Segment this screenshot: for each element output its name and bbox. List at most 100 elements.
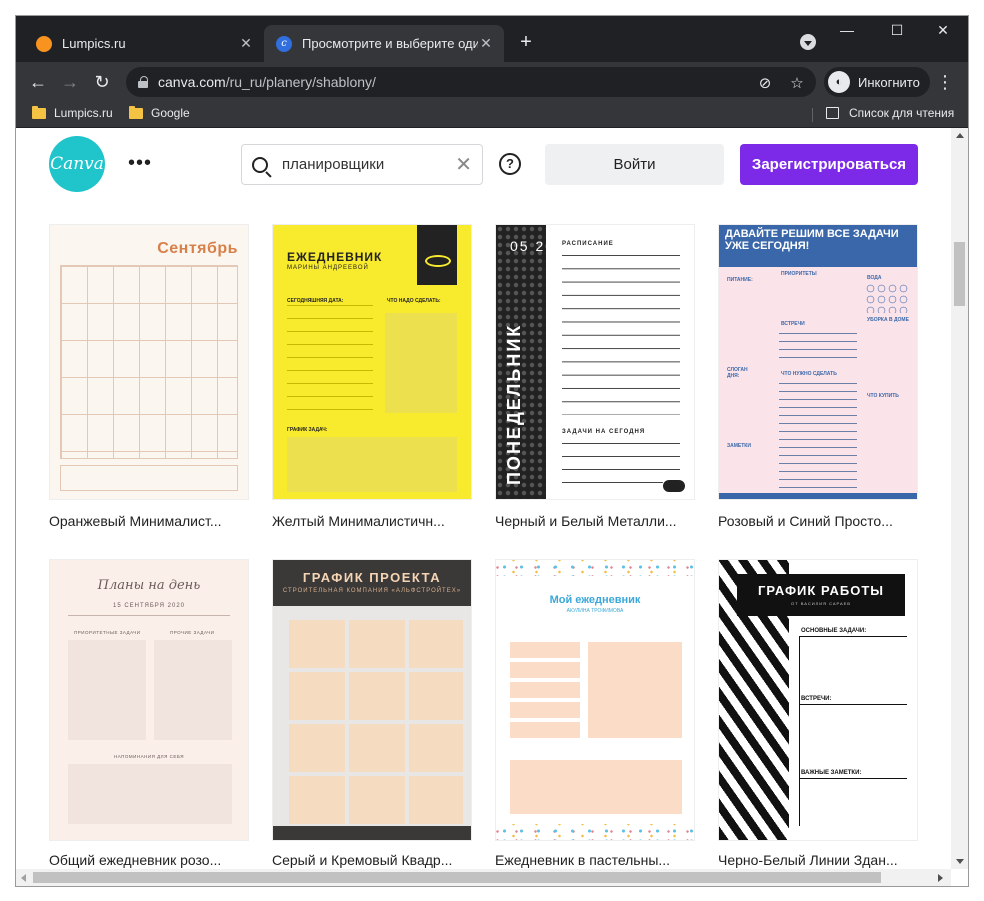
thumbnail-footer — [719, 493, 917, 499]
thumbnail-label: ЧТО КУПИТЬ — [867, 393, 899, 399]
thumbnail-title: ДАВАЙТЕ РЕШИМ ВСЕ ЗАДАЧИ УЖЕ СЕГОДНЯ! — [725, 228, 899, 252]
back-arrow-icon[interactable]: ← — [26, 70, 50, 94]
template-caption[interactable]: Серый и Кремовый Квадр... — [272, 852, 477, 868]
profile-label: Инкогнито — [858, 74, 920, 90]
maximize-icon[interactable]: ☐ — [882, 22, 912, 39]
bookmarks-bar: Lumpics.ru Google Список для чтения — [16, 102, 968, 128]
template-caption[interactable]: Оранжевый Минималист... — [49, 513, 254, 529]
tab-canva[interactable]: c Просмотрите и выберите один ✕ — [264, 25, 504, 62]
scroll-down-icon[interactable] — [956, 859, 964, 864]
thumbnail-line — [799, 636, 907, 637]
thumbnail-subtitle: 15 СЕНТЯБРЯ 2020 — [112, 603, 186, 609]
thumbnail-label: ЧТО НУЖНО СДЕЛАТЬ — [781, 371, 837, 377]
calendar-grid — [60, 265, 238, 459]
vertical-scrollbar[interactable] — [951, 128, 968, 869]
month-grid — [285, 616, 463, 826]
template-caption[interactable]: Черно-Белый Линии Здан... — [718, 852, 923, 868]
bookmark-star-icon[interactable]: ☆ — [788, 74, 806, 92]
register-button[interactable]: Зарегистрироваться — [740, 144, 918, 185]
thumbnail-line — [799, 704, 907, 705]
thumbnail-label: ПРИОРИТЕТЫ — [781, 271, 817, 277]
thumbnail-box — [510, 642, 580, 658]
thumbnail-box — [385, 313, 457, 413]
thumbnail-label: ПИТАНИЕ: — [727, 277, 753, 283]
template-thumbnail[interactable]: ГРАФИК ПРОЕКТА СТРОИТЕЛЬНАЯ КОМПАНИЯ «АЛ… — [272, 559, 472, 841]
thumbnail-label: ПРОЧИЕ ЗАДАЧИ — [170, 630, 215, 635]
scroll-up-icon[interactable] — [956, 133, 964, 138]
tab-title: Просмотрите и выберите один — [302, 36, 478, 51]
search-icon — [252, 156, 268, 173]
login-button[interactable]: Войти — [545, 144, 724, 185]
thumbnail-title: Сентябрь — [157, 240, 238, 257]
browser-menu-icon[interactable]: ⋮ — [936, 70, 954, 94]
bookmark-label: Google — [151, 106, 190, 120]
thumbnail-box — [154, 640, 232, 740]
lumpics-favicon-icon — [36, 35, 52, 52]
new-tab-button[interactable]: + — [514, 30, 538, 54]
thumbnail-lines — [779, 333, 857, 363]
thumbnail-label: ОСНОВНЫЕ ЗАДАЧИ: — [801, 628, 867, 634]
template-caption[interactable]: Черный и Белый Металли... — [495, 513, 700, 529]
template-caption[interactable]: Желтый Минималистичн... — [272, 513, 477, 529]
water-drops — [865, 283, 909, 313]
minimize-icon[interactable]: — — [832, 22, 862, 38]
vertical-scroll-thumb[interactable] — [954, 242, 965, 306]
tab-search-icon[interactable] — [800, 34, 816, 50]
reload-icon[interactable]: ↻ — [90, 70, 114, 94]
checklist-lines — [287, 305, 373, 415]
folder-icon — [32, 105, 46, 119]
browser-toolbar: ← → ↻ canva.com/ru_ru/planery/shablony/ … — [16, 62, 968, 102]
tab-bar: Lumpics.ru ✕ c Просмотрите и выберите од… — [16, 16, 968, 62]
url-text: canva.com/ru_ru/planery/shablony/ — [158, 74, 376, 90]
horizontal-scroll-thumb[interactable] — [33, 872, 881, 883]
template-thumbnail[interactable]: ЕЖЕДНЕВНИК МАРИНЫ АНДРЕЕВОЙ СЕГОДНЯШНЯЯ … — [272, 224, 472, 500]
template-caption[interactable]: Розовый и Синий Просто... — [718, 513, 923, 529]
forward-arrow-icon[interactable]: → — [58, 70, 82, 94]
template-caption[interactable]: Общий ежедневник розо... — [49, 852, 254, 868]
clear-search-icon[interactable]: ✕ — [455, 152, 472, 177]
confetti-decoration — [496, 824, 694, 840]
page-content: Canva ••• планировщики ✕ ? Войти Зарегис… — [16, 128, 968, 886]
search-value: планировщики — [282, 156, 385, 173]
template-thumbnail[interactable]: Планы на день 15 СЕНТЯБРЯ 2020 ПРИОРИТЕТ… — [49, 559, 249, 841]
thumbnail-box — [287, 437, 457, 492]
thumbnail-box — [510, 760, 682, 814]
template-thumbnail[interactable]: ДАВАЙТЕ РЕШИМ ВСЕ ЗАДАЧИ УЖЕ СЕГОДНЯ! ПИ… — [718, 224, 918, 500]
scroll-right-icon[interactable] — [938, 874, 943, 882]
address-bar[interactable]: canva.com/ru_ru/planery/shablony/ ⊘ ☆ — [126, 67, 816, 97]
thumbnail-subtitle: ОТ ВАСИЛИЯ САРАЕВ — [791, 601, 851, 606]
bookmark-lumpics[interactable]: Lumpics.ru — [32, 105, 113, 120]
template-thumbnail[interactable]: 05 20 ПОНЕДЕЛЬНИК РАСПИСАНИЕ ЗАДАЧИ НА С… — [495, 224, 695, 500]
bookmark-google[interactable]: Google — [129, 105, 190, 120]
help-icon[interactable]: ? — [499, 153, 521, 175]
thumbnail-label: ВСТРЕЧИ: — [801, 696, 832, 702]
bookmark-label: Lumpics.ru — [54, 106, 113, 120]
close-window-icon[interactable]: ✕ — [928, 22, 958, 39]
tracking-protection-icon[interactable]: ⊘ — [756, 74, 774, 92]
thumbnail-label: РАСПИСАНИЕ — [562, 241, 614, 247]
template-thumbnail[interactable]: Мой ежедневник АКУЛИНА ТРОФИМОВА — [495, 559, 695, 841]
incognito-profile-button[interactable]: ◐ Инкогнито — [824, 67, 930, 97]
thumbnail-label: НАПОМИНАНИЯ ДЛЯ СЕБЯ — [113, 754, 185, 759]
thumbnail-title: ГРАФИК РАБОТЫ — [758, 583, 884, 598]
thumbnail-label: ВАЖНЫЕ ЗАМЕТКИ: — [801, 770, 862, 776]
reading-list-button[interactable]: Список для чтения — [826, 106, 954, 120]
scroll-left-icon[interactable] — [21, 874, 26, 882]
calendar-footer — [60, 465, 238, 491]
tab-lumpics[interactable]: Lumpics.ru ✕ — [24, 25, 264, 62]
search-input[interactable]: планировщики ✕ — [241, 144, 483, 185]
thumbnail-line — [799, 636, 800, 826]
thumbnail-label: ВОДА — [867, 275, 882, 281]
thumbnail-title: ПОНЕДЕЛЬНИК — [504, 323, 524, 485]
template-thumbnail[interactable]: Сентябрь — [49, 224, 249, 500]
thumbnail-label: УБОРКА В ДОМЕ — [867, 317, 909, 323]
template-caption[interactable]: Ежедневник в пастельны... — [495, 852, 700, 868]
thumbnail-title: ЕЖЕДНЕВНИК — [287, 250, 383, 264]
horizontal-scrollbar[interactable] — [16, 869, 951, 886]
close-tab-icon[interactable]: ✕ — [478, 35, 494, 52]
close-tab-icon[interactable]: ✕ — [238, 35, 254, 52]
template-thumbnail[interactable]: ГРАФИК РАБОТЫ ОТ ВАСИЛИЯ САРАЕВ ОСНОВНЫЕ… — [718, 559, 918, 841]
thumbnail-subtitle: МАРИНЫ АНДРЕЕВОЙ — [287, 265, 369, 271]
more-menu-icon[interactable]: ••• — [128, 152, 152, 175]
canva-logo[interactable]: Canva — [49, 136, 105, 192]
